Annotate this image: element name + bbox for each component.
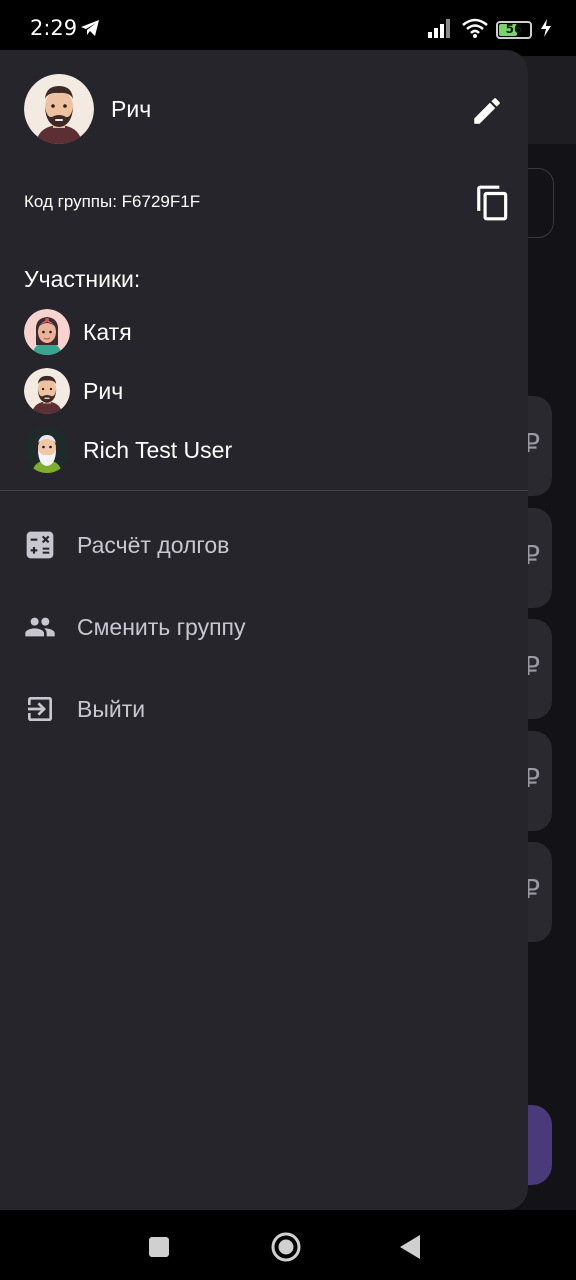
navigation-drawer: Рич Код группы: F6729F1F Участники: Катя bbox=[0, 50, 528, 1210]
signal-icon bbox=[428, 18, 454, 43]
calculator-icon bbox=[26, 531, 54, 559]
edit-icon[interactable] bbox=[470, 94, 504, 128]
member-item[interactable]: Рич bbox=[24, 368, 504, 414]
menu-item-exit[interactable]: Выйти bbox=[24, 684, 504, 734]
member-name: Рич bbox=[83, 377, 124, 404]
wifi-icon bbox=[462, 18, 488, 43]
members-title: Участники: bbox=[24, 266, 141, 292]
menu-item-label: Выйти bbox=[77, 695, 146, 722]
divider bbox=[0, 490, 528, 491]
status-time: 2:29 bbox=[30, 16, 78, 40]
member-name: Катя bbox=[83, 318, 132, 345]
recents-button[interactable] bbox=[142, 1230, 176, 1264]
member-item[interactable]: Rich Test User bbox=[24, 427, 504, 473]
group-icon bbox=[25, 617, 55, 637]
battery-icon: 56 bbox=[496, 21, 532, 39]
exit-icon bbox=[28, 697, 52, 721]
back-button[interactable] bbox=[394, 1230, 428, 1264]
bearded-man-avatar bbox=[24, 368, 70, 414]
menu-item-change-group[interactable]: Сменить группу bbox=[24, 602, 504, 652]
woman-avatar bbox=[24, 309, 70, 355]
profile-avatar[interactable] bbox=[24, 74, 94, 144]
old-man-avatar bbox=[24, 427, 70, 473]
home-button[interactable] bbox=[269, 1230, 303, 1264]
group-code: Код группы: F6729F1F bbox=[24, 192, 201, 211]
battery-level: 56 bbox=[505, 22, 523, 36]
profile-name: Рич bbox=[111, 96, 152, 122]
menu-item-label: Расчёт долгов bbox=[77, 531, 230, 558]
system-nav-bar bbox=[0, 1210, 576, 1280]
telegram-icon bbox=[80, 18, 100, 43]
charging-icon bbox=[540, 18, 552, 42]
menu-item-debt-calculation[interactable]: Расчёт долгов bbox=[24, 520, 504, 570]
copy-icon[interactable] bbox=[474, 183, 512, 223]
member-name: Rich Test User bbox=[83, 436, 233, 463]
menu-item-label: Сменить группу bbox=[77, 613, 246, 640]
member-item[interactable]: Катя bbox=[24, 309, 504, 355]
status-bar: 2:29 56 bbox=[0, 0, 576, 56]
